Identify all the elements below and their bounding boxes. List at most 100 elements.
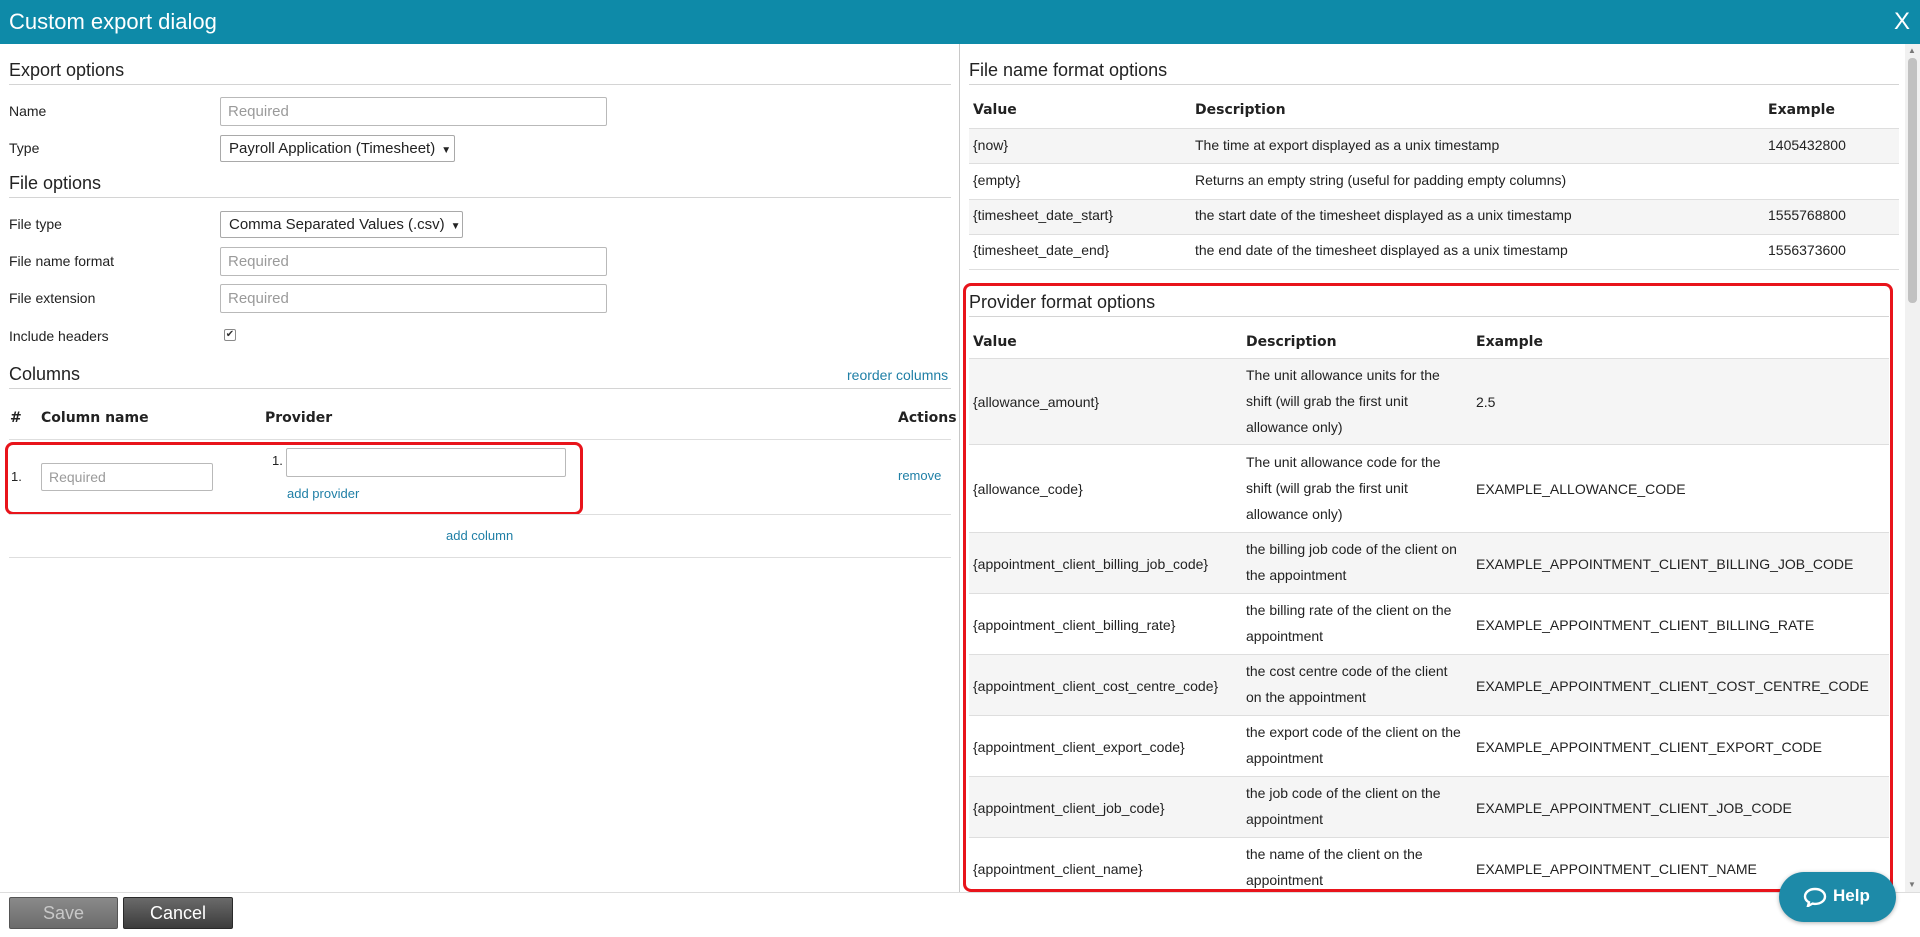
pf-desc-line: appointment	[1246, 750, 1324, 766]
fn-row-divider	[969, 269, 1899, 270]
pf-row-value: {allowance_code}	[973, 481, 1083, 497]
file-name-format-options-heading: File name format options	[969, 60, 1899, 85]
save-button[interactable]: Save	[9, 897, 118, 929]
chevron-down-icon: ▼	[450, 221, 461, 232]
fn-row-example: 1555768800	[1768, 207, 1846, 223]
name-input[interactable]	[220, 97, 607, 126]
name-label: Name	[9, 103, 47, 119]
pf-row-example: EXAMPLE_APPOINTMENT_CLIENT_NAME	[1476, 861, 1757, 877]
add-column-divider	[9, 557, 951, 558]
fn-row-description: The time at export displayed as a unix t…	[1195, 137, 1500, 153]
reorder-columns-link[interactable]: reorder columns	[847, 367, 948, 383]
pf-row-description: The unit allowance code for the shift (w…	[1246, 449, 1441, 527]
pf-desc-line: on the appointment	[1246, 689, 1366, 705]
pf-desc-line: the appointment	[1246, 567, 1347, 583]
columns-header-divider	[9, 439, 951, 440]
cancel-button[interactable]: Cancel	[123, 897, 233, 929]
file-extension-label: File extension	[9, 290, 96, 306]
remove-column-link[interactable]: remove	[898, 468, 941, 483]
fn-row-value: {timesheet_date_start}	[973, 207, 1114, 223]
pf-row-value: {appointment_client_billing_rate}	[973, 617, 1176, 633]
provider-number: 1.	[272, 453, 283, 468]
pf-row-example: EXAMPLE_ALLOWANCE_CODE	[1476, 481, 1686, 497]
provider-input[interactable]	[286, 448, 566, 477]
pf-row-value: {allowance_amount}	[973, 394, 1100, 410]
pf-header-example: Example	[1476, 334, 1543, 350]
file-extension-input[interactable]	[220, 284, 607, 313]
col-header-num: #	[10, 410, 22, 426]
file-options-heading: File options	[9, 173, 951, 198]
fn-row-example: 1556373600	[1768, 242, 1846, 258]
add-column-link[interactable]: add column	[446, 528, 513, 543]
pf-row-example: EXAMPLE_APPOINTMENT_CLIENT_EXPORT_CODE	[1476, 739, 1822, 755]
pf-desc-line: the billing rate of the client on the	[1246, 602, 1452, 618]
pf-row-example: 2.5	[1476, 394, 1496, 410]
columns-heading: Columns	[9, 364, 951, 389]
fn-row-value: {now}	[973, 137, 1009, 153]
fn-row-divider	[969, 163, 1899, 164]
fn-header-example: Example	[1768, 102, 1835, 118]
dialog-title: Custom export dialog	[9, 9, 217, 34]
include-headers-checkbox[interactable]: ✔	[224, 329, 236, 341]
pf-row-description: the export code of the client on the app…	[1246, 719, 1461, 771]
provider-format-options-heading: Provider format options	[969, 292, 1889, 317]
fn-header-value: Value	[973, 102, 1017, 118]
scroll-up-arrow-icon[interactable]: ▲	[1908, 46, 1916, 55]
column-name-input[interactable]	[41, 463, 213, 491]
pf-row-divider	[969, 837, 1889, 838]
fn-row-value: {empty}	[973, 172, 1021, 188]
type-label: Type	[9, 140, 40, 156]
file-type-select[interactable]: Comma Separated Values (.csv) ▼	[220, 211, 463, 238]
pf-desc-line: appointment	[1246, 872, 1324, 888]
help-button[interactable]: Help	[1779, 872, 1896, 922]
include-headers-label: Include headers	[9, 328, 109, 344]
col-header-name: Column name	[41, 410, 149, 426]
pf-desc-line: The unit allowance units for the	[1246, 367, 1440, 383]
scroll-down-arrow-icon[interactable]: ▼	[1908, 880, 1916, 889]
fn-row-value: {timesheet_date_end}	[973, 242, 1110, 258]
right-pane-scrollbar[interactable]: ▲ ▼	[1905, 44, 1920, 892]
col-header-provider: Provider	[265, 410, 333, 426]
fn-row-description: Returns an empty string (useful for padd…	[1195, 172, 1567, 188]
chat-bubble-icon	[1803, 887, 1827, 907]
chevron-down-icon: ▼	[441, 145, 452, 156]
pf-row-example: EXAMPLE_APPOINTMENT_CLIENT_JOB_CODE	[1476, 800, 1792, 816]
pf-row-value: {appointment_client_billing_job_code}	[973, 556, 1209, 572]
pf-desc-line: appointment	[1246, 628, 1324, 644]
column-row-number: 1.	[11, 469, 22, 484]
file-type-label: File type	[9, 216, 62, 232]
pf-desc-line: The unit allowance code for the	[1246, 454, 1441, 470]
pf-row-value: {appointment_client_job_code}	[973, 800, 1165, 816]
file-name-format-input[interactable]	[220, 247, 607, 276]
pf-row-divider	[969, 593, 1889, 594]
pf-row-description: the job code of the client on the appoin…	[1246, 780, 1441, 832]
pf-desc-line: allowance only)	[1246, 419, 1343, 435]
pf-row-divider	[969, 715, 1889, 716]
pf-row-example: EXAMPLE_APPOINTMENT_CLIENT_COST_CENTRE_C…	[1476, 678, 1869, 694]
pf-row-divider	[969, 444, 1889, 445]
file-name-format-label: File name format	[9, 253, 115, 269]
pf-row-example: EXAMPLE_APPOINTMENT_CLIENT_BILLING_JOB_C…	[1476, 556, 1854, 572]
add-provider-link[interactable]: add provider	[287, 486, 359, 501]
fn-row-description: the end date of the timesheet displayed …	[1195, 242, 1568, 258]
help-label: Help	[1833, 886, 1870, 905]
pf-row-description: the billing rate of the client on the ap…	[1246, 597, 1451, 649]
pf-header-description: Description	[1246, 334, 1337, 350]
pf-row-description: the name of the client on the appointmen…	[1246, 841, 1423, 892]
file-type-select-value: Comma Separated Values (.csv)	[229, 216, 445, 233]
pf-desc-line: allowance only)	[1246, 506, 1343, 522]
pf-desc-line: appointment	[1246, 811, 1324, 827]
fn-row-divider	[969, 234, 1899, 235]
pf-desc-line: the export code of the client on the	[1246, 724, 1461, 740]
close-button[interactable]: X	[1894, 8, 1910, 36]
scrollbar-thumb[interactable]	[1908, 58, 1917, 303]
type-select[interactable]: Payroll Application (Timesheet) ▼	[220, 135, 455, 162]
check-icon: ✔	[225, 329, 235, 340]
pf-desc-line: shift (will grab the first unit	[1246, 480, 1408, 496]
pf-header-value: Value	[973, 334, 1017, 350]
left-pane: Export options Name Type Payroll Applica…	[0, 44, 960, 892]
pf-row-value: {appointment_client_export_code}	[973, 739, 1185, 755]
pf-row-description: the billing job code of the client on th…	[1246, 536, 1457, 588]
export-options-heading: Export options	[9, 60, 951, 85]
type-select-value: Payroll Application (Timesheet)	[229, 140, 436, 157]
